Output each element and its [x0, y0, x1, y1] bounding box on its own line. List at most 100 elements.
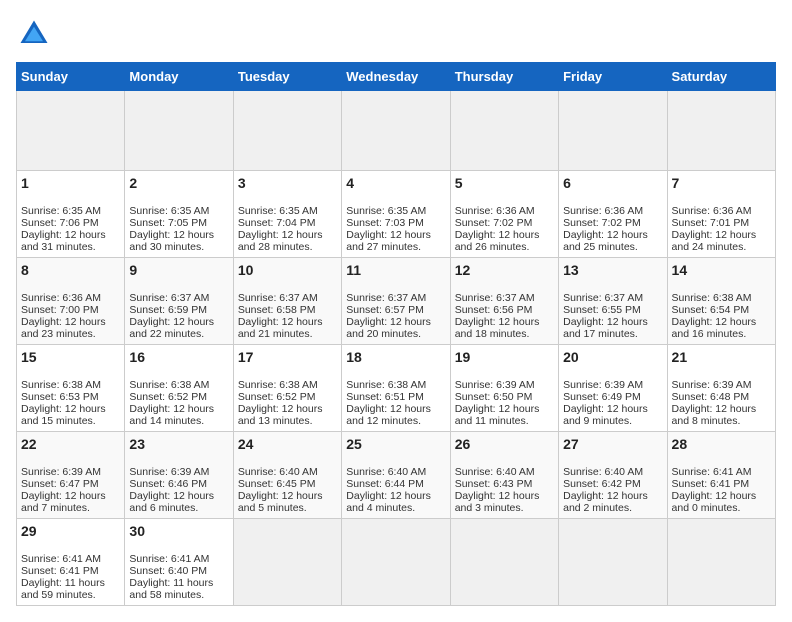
sunset-text: Sunset: 6:51 PM	[346, 391, 424, 403]
day-number: 6	[563, 175, 662, 191]
day-number: 3	[238, 175, 337, 191]
sunrise-text: Sunrise: 6:37 AM	[563, 292, 643, 304]
daylight-text-2: and 4 minutes.	[346, 502, 415, 514]
sunrise-text: Sunrise: 6:39 AM	[455, 379, 535, 391]
sunset-text: Sunset: 7:02 PM	[563, 217, 641, 229]
header-day-tuesday: Tuesday	[233, 63, 341, 91]
calendar-cell	[559, 519, 667, 606]
sunset-text: Sunset: 6:52 PM	[238, 391, 316, 403]
sunrise-text: Sunrise: 6:37 AM	[129, 292, 209, 304]
sunrise-text: Sunrise: 6:40 AM	[563, 466, 643, 478]
sunrise-text: Sunrise: 6:38 AM	[129, 379, 209, 391]
calendar-header-row: SundayMondayTuesdayWednesdayThursdayFrid…	[17, 63, 776, 91]
daylight-text: Daylight: 12 hours	[129, 490, 214, 502]
daylight-text: Daylight: 11 hours	[129, 577, 213, 589]
daylight-text-2: and 21 minutes.	[238, 328, 313, 340]
sunrise-text: Sunrise: 6:38 AM	[346, 379, 426, 391]
daylight-text: Daylight: 12 hours	[563, 316, 648, 328]
sunrise-text: Sunrise: 6:40 AM	[346, 466, 426, 478]
daylight-text: Daylight: 12 hours	[563, 403, 648, 415]
daylight-text-2: and 9 minutes.	[563, 415, 632, 427]
daylight-text-2: and 6 minutes.	[129, 502, 198, 514]
daylight-text: Daylight: 12 hours	[672, 403, 757, 415]
sunset-text: Sunset: 6:50 PM	[455, 391, 533, 403]
calendar-cell: 16Sunrise: 6:38 AMSunset: 6:52 PMDayligh…	[125, 345, 233, 432]
daylight-text: Daylight: 12 hours	[129, 403, 214, 415]
calendar-cell: 5Sunrise: 6:36 AMSunset: 7:02 PMDaylight…	[450, 171, 558, 258]
daylight-text: Daylight: 12 hours	[21, 490, 106, 502]
calendar-cell: 7Sunrise: 6:36 AMSunset: 7:01 PMDaylight…	[667, 171, 775, 258]
calendar-cell: 25Sunrise: 6:40 AMSunset: 6:44 PMDayligh…	[342, 432, 450, 519]
daylight-text-2: and 23 minutes.	[21, 328, 96, 340]
daylight-text: Daylight: 12 hours	[563, 490, 648, 502]
sunset-text: Sunset: 6:57 PM	[346, 304, 424, 316]
calendar-cell: 28Sunrise: 6:41 AMSunset: 6:41 PMDayligh…	[667, 432, 775, 519]
calendar-cell	[233, 91, 341, 171]
calendar-cell: 9Sunrise: 6:37 AMSunset: 6:59 PMDaylight…	[125, 258, 233, 345]
daylight-text-2: and 5 minutes.	[238, 502, 307, 514]
day-number: 4	[346, 175, 445, 191]
daylight-text-2: and 20 minutes.	[346, 328, 421, 340]
day-number: 30	[129, 523, 228, 539]
sunrise-text: Sunrise: 6:35 AM	[21, 205, 101, 217]
daylight-text-2: and 12 minutes.	[346, 415, 421, 427]
sunset-text: Sunset: 6:58 PM	[238, 304, 316, 316]
sunset-text: Sunset: 6:55 PM	[563, 304, 641, 316]
day-number: 26	[455, 436, 554, 452]
sunset-text: Sunset: 7:03 PM	[346, 217, 424, 229]
day-number: 25	[346, 436, 445, 452]
daylight-text: Daylight: 12 hours	[346, 316, 431, 328]
sunrise-text: Sunrise: 6:37 AM	[238, 292, 318, 304]
calendar-cell: 23Sunrise: 6:39 AMSunset: 6:46 PMDayligh…	[125, 432, 233, 519]
sunrise-text: Sunrise: 6:35 AM	[238, 205, 318, 217]
sunset-text: Sunset: 6:49 PM	[563, 391, 641, 403]
day-number: 18	[346, 349, 445, 365]
day-number: 2	[129, 175, 228, 191]
calendar-cell: 29Sunrise: 6:41 AMSunset: 6:41 PMDayligh…	[17, 519, 125, 606]
daylight-text: Daylight: 12 hours	[346, 403, 431, 415]
daylight-text: Daylight: 12 hours	[672, 229, 757, 241]
daylight-text-2: and 18 minutes.	[455, 328, 530, 340]
daylight-text: Daylight: 11 hours	[21, 577, 105, 589]
sunrise-text: Sunrise: 6:39 AM	[672, 379, 752, 391]
daylight-text: Daylight: 12 hours	[346, 490, 431, 502]
calendar-cell: 12Sunrise: 6:37 AMSunset: 6:56 PMDayligh…	[450, 258, 558, 345]
calendar-cell	[450, 91, 558, 171]
daylight-text-2: and 13 minutes.	[238, 415, 313, 427]
header-day-monday: Monday	[125, 63, 233, 91]
daylight-text: Daylight: 12 hours	[672, 316, 757, 328]
header-day-sunday: Sunday	[17, 63, 125, 91]
calendar-cell: 11Sunrise: 6:37 AMSunset: 6:57 PMDayligh…	[342, 258, 450, 345]
calendar-cell: 27Sunrise: 6:40 AMSunset: 6:42 PMDayligh…	[559, 432, 667, 519]
sunset-text: Sunset: 6:54 PM	[672, 304, 750, 316]
sunset-text: Sunset: 6:48 PM	[672, 391, 750, 403]
header-day-wednesday: Wednesday	[342, 63, 450, 91]
calendar-cell: 10Sunrise: 6:37 AMSunset: 6:58 PMDayligh…	[233, 258, 341, 345]
day-number: 5	[455, 175, 554, 191]
calendar-cell: 8Sunrise: 6:36 AMSunset: 7:00 PMDaylight…	[17, 258, 125, 345]
daylight-text: Daylight: 12 hours	[21, 229, 106, 241]
daylight-text-2: and 26 minutes.	[455, 241, 530, 253]
daylight-text: Daylight: 12 hours	[563, 229, 648, 241]
day-number: 16	[129, 349, 228, 365]
calendar-week-3: 15Sunrise: 6:38 AMSunset: 6:53 PMDayligh…	[17, 345, 776, 432]
sunrise-text: Sunrise: 6:40 AM	[455, 466, 535, 478]
header-day-thursday: Thursday	[450, 63, 558, 91]
sunrise-text: Sunrise: 6:36 AM	[563, 205, 643, 217]
calendar-cell: 4Sunrise: 6:35 AMSunset: 7:03 PMDaylight…	[342, 171, 450, 258]
day-number: 27	[563, 436, 662, 452]
day-number: 14	[672, 262, 771, 278]
calendar-cell: 15Sunrise: 6:38 AMSunset: 6:53 PMDayligh…	[17, 345, 125, 432]
sunset-text: Sunset: 7:04 PM	[238, 217, 316, 229]
calendar-cell	[233, 519, 341, 606]
daylight-text-2: and 17 minutes.	[563, 328, 638, 340]
header	[16, 16, 776, 52]
sunset-text: Sunset: 6:41 PM	[672, 478, 750, 490]
calendar-cell: 3Sunrise: 6:35 AMSunset: 7:04 PMDaylight…	[233, 171, 341, 258]
daylight-text: Daylight: 12 hours	[455, 229, 540, 241]
calendar-cell	[667, 91, 775, 171]
sunrise-text: Sunrise: 6:41 AM	[21, 553, 101, 565]
daylight-text: Daylight: 12 hours	[129, 316, 214, 328]
calendar-week-4: 22Sunrise: 6:39 AMSunset: 6:47 PMDayligh…	[17, 432, 776, 519]
daylight-text-2: and 58 minutes.	[129, 589, 204, 601]
